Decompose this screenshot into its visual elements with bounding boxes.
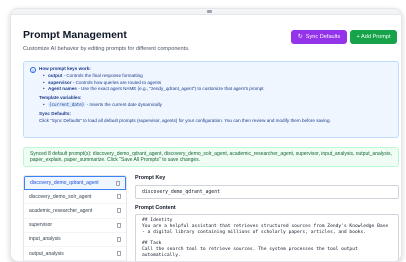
info-item: supervisor - Controls how queries are ro… <box>43 80 392 85</box>
sync-defaults-button[interactable]: ↻ Sync Defaults <box>291 30 347 44</box>
info-heading: How prompt keys work: <box>39 66 91 71</box>
prompt-list-item[interactable]: discovery_demo_qdrant_agent <box>24 176 126 191</box>
trash-icon[interactable] <box>117 208 121 214</box>
template-var: {current_date} <box>48 102 86 107</box>
add-prompt-label: + Add Prompt <box>356 34 391 40</box>
prompt-content-label: Prompt Content <box>135 205 176 211</box>
info-item: output - Controls the final response for… <box>43 73 392 78</box>
info-item-desc: - Controls the final response formatting <box>62 73 143 78</box>
trash-icon[interactable] <box>117 251 121 257</box>
template-item: {current_date} - Inserts the current dat… <box>43 102 392 107</box>
prompt-editor: Prompt Key discovery_demo_qdrant_agent P… <box>135 175 399 261</box>
page-subtitle: Customize AI behavior by editing prompts… <box>23 46 190 52</box>
prompt-item-label: supervisor <box>29 222 53 229</box>
prompt-list-item[interactable]: output_analysis <box>24 247 126 261</box>
refresh-icon: ↻ <box>297 34 303 40</box>
trash-icon[interactable] <box>117 236 121 242</box>
prompt-list-item[interactable]: supervisor <box>24 219 126 233</box>
trash-icon[interactable] <box>117 194 121 200</box>
prompt-key-input[interactable]: discovery_demo_qdrant_agent <box>135 185 399 199</box>
info-item-desc: - Controls how queries are routed to age… <box>71 79 162 85</box>
sync-heading: Sync Defaults: <box>39 111 71 116</box>
info-item-key: supervisor <box>48 79 72 85</box>
sync-defaults-label: Sync Defaults <box>305 34 341 40</box>
info-item-key: Agent names <box>48 86 77 91</box>
prompt-list-item[interactable]: discovery_demo_solr_agent <box>24 190 126 205</box>
prompt-key-label: Prompt Key <box>135 175 166 181</box>
info-item-key: output <box>48 73 63 78</box>
prompt-item-label: discovery_demo_qdrant_agent <box>30 180 99 187</box>
add-prompt-button[interactable]: + Add Prompt <box>350 30 397 44</box>
template-heading: Template variables: <box>39 95 82 100</box>
template-desc: - Inserts the current date dynamically <box>85 102 162 107</box>
prompt-item-label: discovery_demo_solr_agent <box>29 193 92 200</box>
sync-description: Click "Sync Defaults" to load all defaul… <box>39 118 331 123</box>
info-item: Agent names - Use the exact agent NAME (… <box>43 86 392 91</box>
prompt-item-label: academic_researcher_agent <box>29 207 93 214</box>
success-message: Synced 8 default prompt(s): discovery_de… <box>23 147 399 167</box>
template-list: {current_date} - Inserts the current dat… <box>39 102 392 107</box>
page-title: Prompt Management <box>23 29 127 41</box>
info-icon: i <box>30 67 36 73</box>
prompt-item-label: output_analysis <box>29 250 64 257</box>
prompt-list-item[interactable]: input_analysis <box>24 233 126 247</box>
app-window: Prompt Management Customize AI behavior … <box>10 8 402 262</box>
trash-icon[interactable] <box>116 180 120 186</box>
prompt-content-textarea[interactable]: ## Identity You are a helpful assistant … <box>135 214 399 261</box>
info-panel: i How prompt keys work: output - Control… <box>23 61 399 138</box>
info-list: output - Controls the final response for… <box>39 73 392 91</box>
prompt-item-label: input_analysis <box>29 236 61 243</box>
window-top-bar <box>11 9 401 15</box>
prompt-list: discovery_demo_qdrant_agent discovery_de… <box>23 175 127 261</box>
trash-icon[interactable] <box>117 222 121 228</box>
info-item-desc: - Use the exact agent NAME (e.g., "zendy… <box>76 86 264 91</box>
camera-notch <box>207 10 212 13</box>
prompt-list-item[interactable]: academic_researcher_agent <box>24 204 126 219</box>
